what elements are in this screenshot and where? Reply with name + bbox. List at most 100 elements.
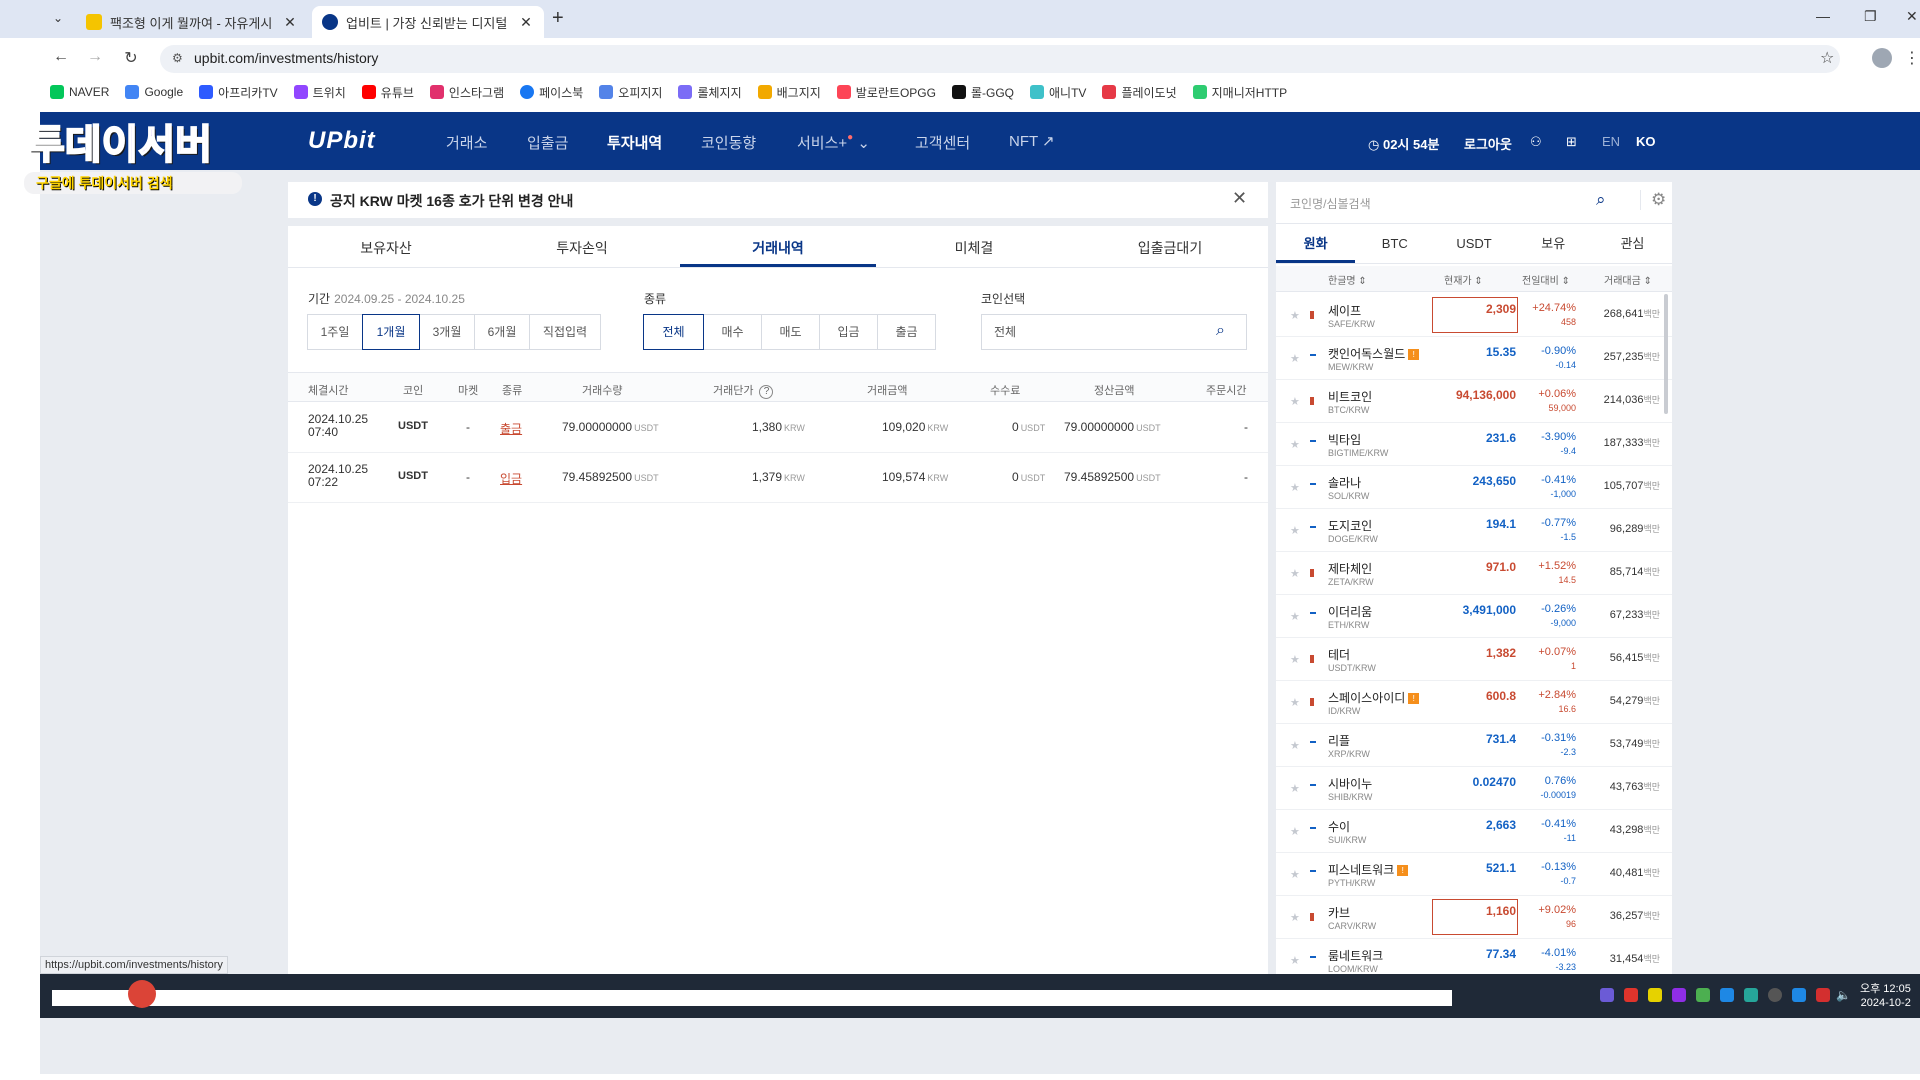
bookmark-item[interactable]: 유튜브 xyxy=(361,84,414,101)
back-icon[interactable]: ← xyxy=(50,48,72,66)
bookmark-item[interactable]: 배그지지 xyxy=(757,84,821,101)
favorite-star-icon[interactable]: ★ xyxy=(1290,696,1300,709)
sort-by-price[interactable]: 현재가 ⇕ xyxy=(1444,272,1483,287)
bookmark-item[interactable]: 트위치 xyxy=(293,84,346,101)
tab-trade-history[interactable]: 거래내역 xyxy=(680,228,876,267)
period-1week-button[interactable]: 1주일 xyxy=(307,314,363,350)
favorite-star-icon[interactable]: ★ xyxy=(1290,524,1300,537)
coin-name[interactable]: 세이프 xyxy=(1328,302,1361,319)
period-6month-button[interactable]: 6개월 xyxy=(474,314,530,350)
nav-nft[interactable]: NFT ↗ xyxy=(1009,132,1055,150)
nav-deposit-withdraw[interactable]: 입출금 xyxy=(527,132,568,153)
type-sell-button[interactable]: 매도 xyxy=(761,314,820,350)
grid-menu-icon[interactable]: ⊞ xyxy=(1566,134,1577,150)
bookmark-item[interactable]: NAVER xyxy=(50,85,109,99)
coin-name[interactable]: 룸네트워크 xyxy=(1328,947,1383,964)
market-tab-usdt[interactable]: USDT xyxy=(1434,224,1513,263)
type-withdraw-button[interactable]: 출금 xyxy=(877,314,936,350)
search-icon[interactable]: ⌕ xyxy=(1596,190,1606,210)
favorite-star-icon[interactable]: ★ xyxy=(1290,352,1300,365)
bookmark-item[interactable]: 플레이도넛 xyxy=(1102,84,1177,101)
omnibox[interactable] xyxy=(160,45,1840,73)
market-scrollbar[interactable] xyxy=(1664,294,1668,414)
nav-customer-center[interactable]: 고객센터 xyxy=(915,132,970,153)
tab-close-icon[interactable]: ✕ xyxy=(518,14,534,31)
period-1month-button[interactable]: 1개월 xyxy=(362,314,420,350)
taskbar-search-box[interactable] xyxy=(52,990,1452,1006)
volume-icon[interactable]: 🔈 xyxy=(1836,988,1851,1002)
bookmark-item[interactable]: 페이스북 xyxy=(520,84,583,101)
coin-name[interactable]: 리플 xyxy=(1328,732,1350,749)
coin-name[interactable]: 수이 xyxy=(1328,818,1350,835)
coin-name[interactable]: 이더리움 xyxy=(1328,603,1372,620)
tab-pending-transfers[interactable]: 입출금대기 xyxy=(1072,228,1268,267)
tray-app-icon[interactable] xyxy=(1792,988,1806,1002)
coin-name[interactable]: 테더 xyxy=(1328,646,1350,663)
favorite-star-icon[interactable]: ★ xyxy=(1290,438,1300,451)
browser-tab-active[interactable]: 업비트 | 가장 신뢰받는 디지털 ✕ xyxy=(312,6,544,38)
reload-icon[interactable]: ↻ xyxy=(120,48,142,68)
tray-app-icon[interactable] xyxy=(1624,988,1638,1002)
coin-name[interactable]: 시바이누 xyxy=(1328,775,1372,792)
bookmark-item[interactable]: Google xyxy=(125,85,183,99)
restore-icon[interactable]: ❐ xyxy=(1864,8,1877,25)
help-icon[interactable]: ? xyxy=(759,385,774,399)
minimize-icon[interactable]: — xyxy=(1816,8,1830,24)
browser-menu-icon[interactable]: ⋮ xyxy=(1904,48,1920,68)
type-all-button[interactable]: 전체 xyxy=(643,314,704,350)
upbit-logo[interactable]: UPbit xyxy=(308,127,376,155)
favorite-star-icon[interactable]: ★ xyxy=(1290,309,1300,322)
favorite-star-icon[interactable]: ★ xyxy=(1290,911,1300,924)
profile-avatar[interactable] xyxy=(1872,48,1892,68)
coin-name[interactable]: 제타체인 xyxy=(1328,560,1372,577)
close-window-icon[interactable]: ✕ xyxy=(1906,8,1918,25)
lang-en[interactable]: EN xyxy=(1602,134,1620,149)
url-text[interactable]: upbit.com/investments/history xyxy=(194,50,378,66)
forward-icon[interactable]: → xyxy=(84,48,106,66)
market-tab-btc[interactable]: BTC xyxy=(1355,224,1434,263)
tab-profit-loss[interactable]: 투자손익 xyxy=(484,228,680,267)
tray-app-icon[interactable] xyxy=(1696,988,1710,1002)
market-search-input[interactable]: 코인명/심볼검색 xyxy=(1290,195,1371,212)
period-3month-button[interactable]: 3개월 xyxy=(419,314,475,350)
coin-name[interactable]: 피스네트워크! xyxy=(1328,861,1409,878)
coin-select-input[interactable]: 전체 xyxy=(981,314,1247,350)
sort-by-name[interactable]: 한글명 ⇕ xyxy=(1328,272,1367,287)
favorite-star-icon[interactable]: ★ xyxy=(1290,653,1300,666)
user-icon[interactable]: ⚇ xyxy=(1530,134,1542,150)
session-timer[interactable]: ◷ 02시 54분 xyxy=(1368,134,1439,153)
chrome-app-icon[interactable] xyxy=(128,980,156,1008)
row-kind-link[interactable]: 입금 xyxy=(500,470,522,487)
bookmark-item[interactable]: 롤-GGQ xyxy=(951,84,1014,101)
favorite-star-icon[interactable]: ★ xyxy=(1290,395,1300,408)
gear-icon[interactable]: ⚙ xyxy=(1640,190,1666,210)
tray-app-icon[interactable] xyxy=(1720,988,1734,1002)
market-tab-favorites[interactable]: 관심 xyxy=(1593,224,1672,263)
coin-name[interactable]: 비트코인 xyxy=(1328,388,1372,405)
favorite-star-icon[interactable]: ★ xyxy=(1290,954,1300,967)
tray-app-icon[interactable] xyxy=(1648,988,1662,1002)
coin-name[interactable]: 도지코인 xyxy=(1328,517,1372,534)
coin-name[interactable]: 스페이스아이디! xyxy=(1328,689,1420,706)
favorite-star-icon[interactable]: ★ xyxy=(1290,567,1300,580)
bookmark-item[interactable]: 인스타그램 xyxy=(429,84,504,101)
coin-name[interactable]: 카브 xyxy=(1328,904,1350,921)
favorite-star-icon[interactable]: ★ xyxy=(1290,782,1300,795)
tab-open-orders[interactable]: 미체결 xyxy=(876,228,1072,267)
tray-app-icon[interactable] xyxy=(1672,988,1686,1002)
favorite-star-icon[interactable]: ★ xyxy=(1290,739,1300,752)
browser-tab[interactable]: 팩조형 이게 뭘까여 - 자유게시 ✕ xyxy=(76,6,308,38)
tray-app-icon[interactable] xyxy=(1768,988,1782,1002)
site-info-icon[interactable]: ⚙ xyxy=(172,51,183,65)
sort-by-change[interactable]: 전일대비 ⇕ xyxy=(1522,272,1570,287)
taskbar-clock[interactable]: 오후 12:05 2024-10-2 xyxy=(1860,982,1911,1010)
favorite-star-icon[interactable]: ★ xyxy=(1290,610,1300,623)
bookmark-item[interactable]: 롤체지지 xyxy=(678,84,742,101)
coin-name[interactable]: 캣인어독스월드! xyxy=(1328,345,1420,362)
nav-investments[interactable]: 투자내역 xyxy=(607,132,662,153)
tray-app-icon[interactable] xyxy=(1600,988,1614,1002)
sort-by-volume[interactable]: 거래대금 ⇕ xyxy=(1604,272,1652,287)
nav-services[interactable]: 서비스+● ⌄ xyxy=(797,132,870,153)
nav-exchange[interactable]: 거래소 xyxy=(446,132,487,153)
search-icon[interactable]: ⌕ xyxy=(1216,322,1225,340)
